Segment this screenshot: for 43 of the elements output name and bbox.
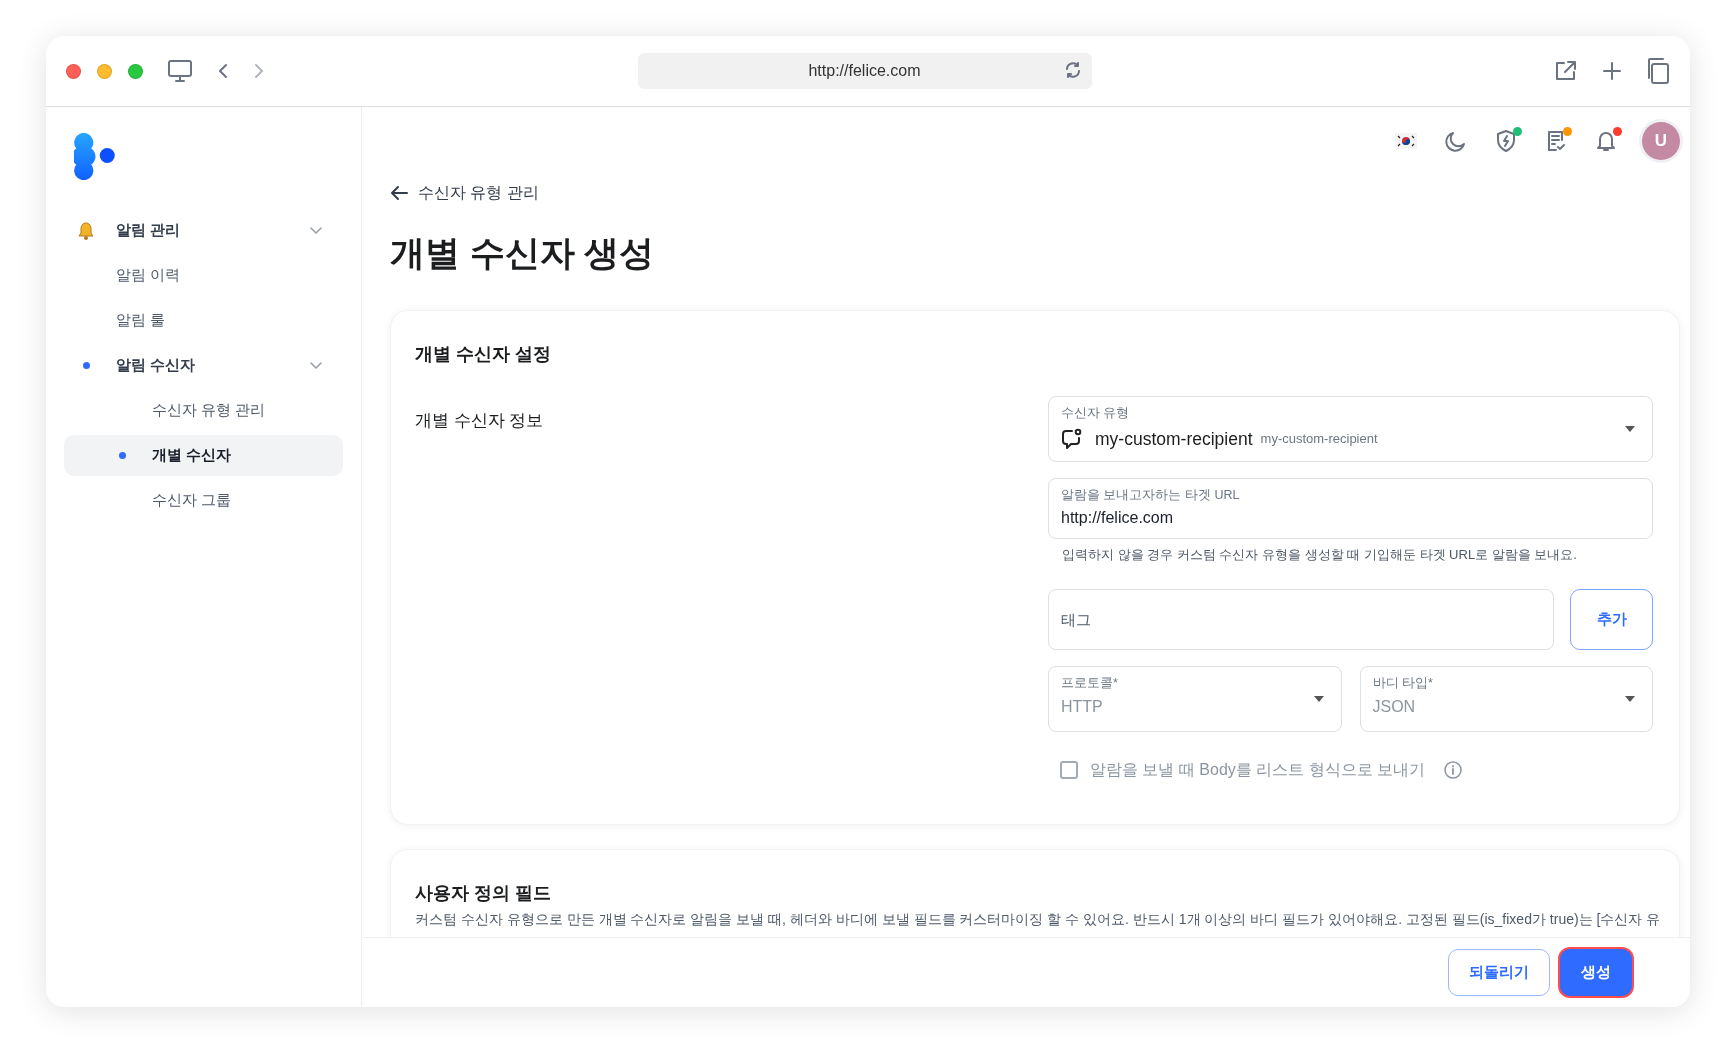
bell-icon xyxy=(76,220,96,241)
back-arrow-icon xyxy=(390,185,408,201)
flag-icon[interactable] xyxy=(1395,133,1417,149)
recipient-type-select[interactable]: 수신자 유형 my-custom-recipient my-custom-recipient xyxy=(1048,396,1653,462)
bell-icon[interactable] xyxy=(1594,129,1618,153)
sidebar-item[interactable]: 알림 수신자 xyxy=(64,345,343,386)
reset-button[interactable]: 되돌리기 xyxy=(1448,949,1550,996)
chevron-icon[interactable] xyxy=(309,360,323,371)
sidebar-item[interactable]: 알림 룰 xyxy=(64,300,343,341)
reload-icon[interactable] xyxy=(1063,61,1082,79)
help-text: 입력하지 않을 경우 커스텀 수신자 유형을 생성할 때 기입해둔 타겟 URL로 알람을 보내요. xyxy=(1061,546,1578,564)
copy-icon[interactable] xyxy=(1646,57,1670,85)
add-button[interactable]: 추가 xyxy=(1570,588,1653,650)
window-control-dot[interactable] xyxy=(128,63,143,79)
field-group-label: 개별 수신자 정보 xyxy=(415,410,544,432)
section-title: 사용자 정의 필드 xyxy=(415,881,552,905)
back-link[interactable]: 수신자 유형 관리 xyxy=(390,181,539,205)
sidebar-item[interactable]: 알림 관리 xyxy=(64,210,343,251)
section-title: 개별 수신자 설정 xyxy=(415,343,552,366)
create-button[interactable]: 생성 xyxy=(1560,949,1632,996)
chat-icon xyxy=(1061,427,1083,450)
tag-field[interactable]: 태그 xyxy=(1048,588,1554,650)
sidebar-item[interactable]: 알림 이력 xyxy=(64,255,343,296)
external-link-icon[interactable] xyxy=(1554,59,1578,83)
logo[interactable] xyxy=(74,133,117,180)
active-dot xyxy=(118,452,126,459)
field-label: 알람을 보내고자하는 타겟 URL xyxy=(1061,487,1240,504)
active-dot xyxy=(82,362,90,369)
info-icon[interactable] xyxy=(1443,759,1464,780)
plus-icon[interactable] xyxy=(1602,61,1622,81)
shield-icon[interactable] xyxy=(1494,129,1518,153)
url-text: http://felice.com xyxy=(808,61,921,81)
sidebar-item[interactable]: 개별 수신자 xyxy=(64,435,343,476)
monitor-icon[interactable] xyxy=(167,59,193,83)
back-icon[interactable] xyxy=(217,62,229,80)
sidebar-item[interactable]: 수신자 그룹 xyxy=(64,480,343,521)
chevron-icon[interactable] xyxy=(309,225,323,236)
window-control-dot[interactable] xyxy=(66,63,81,79)
address-bar[interactable]: http://felice.com xyxy=(637,53,1092,89)
sidebar-item[interactable]: 수신자 유형 관리 xyxy=(64,390,343,431)
moon-icon[interactable] xyxy=(1444,129,1468,153)
page-title: 개별 수신자 생성 xyxy=(390,232,656,274)
window-control-dot[interactable] xyxy=(97,63,112,79)
